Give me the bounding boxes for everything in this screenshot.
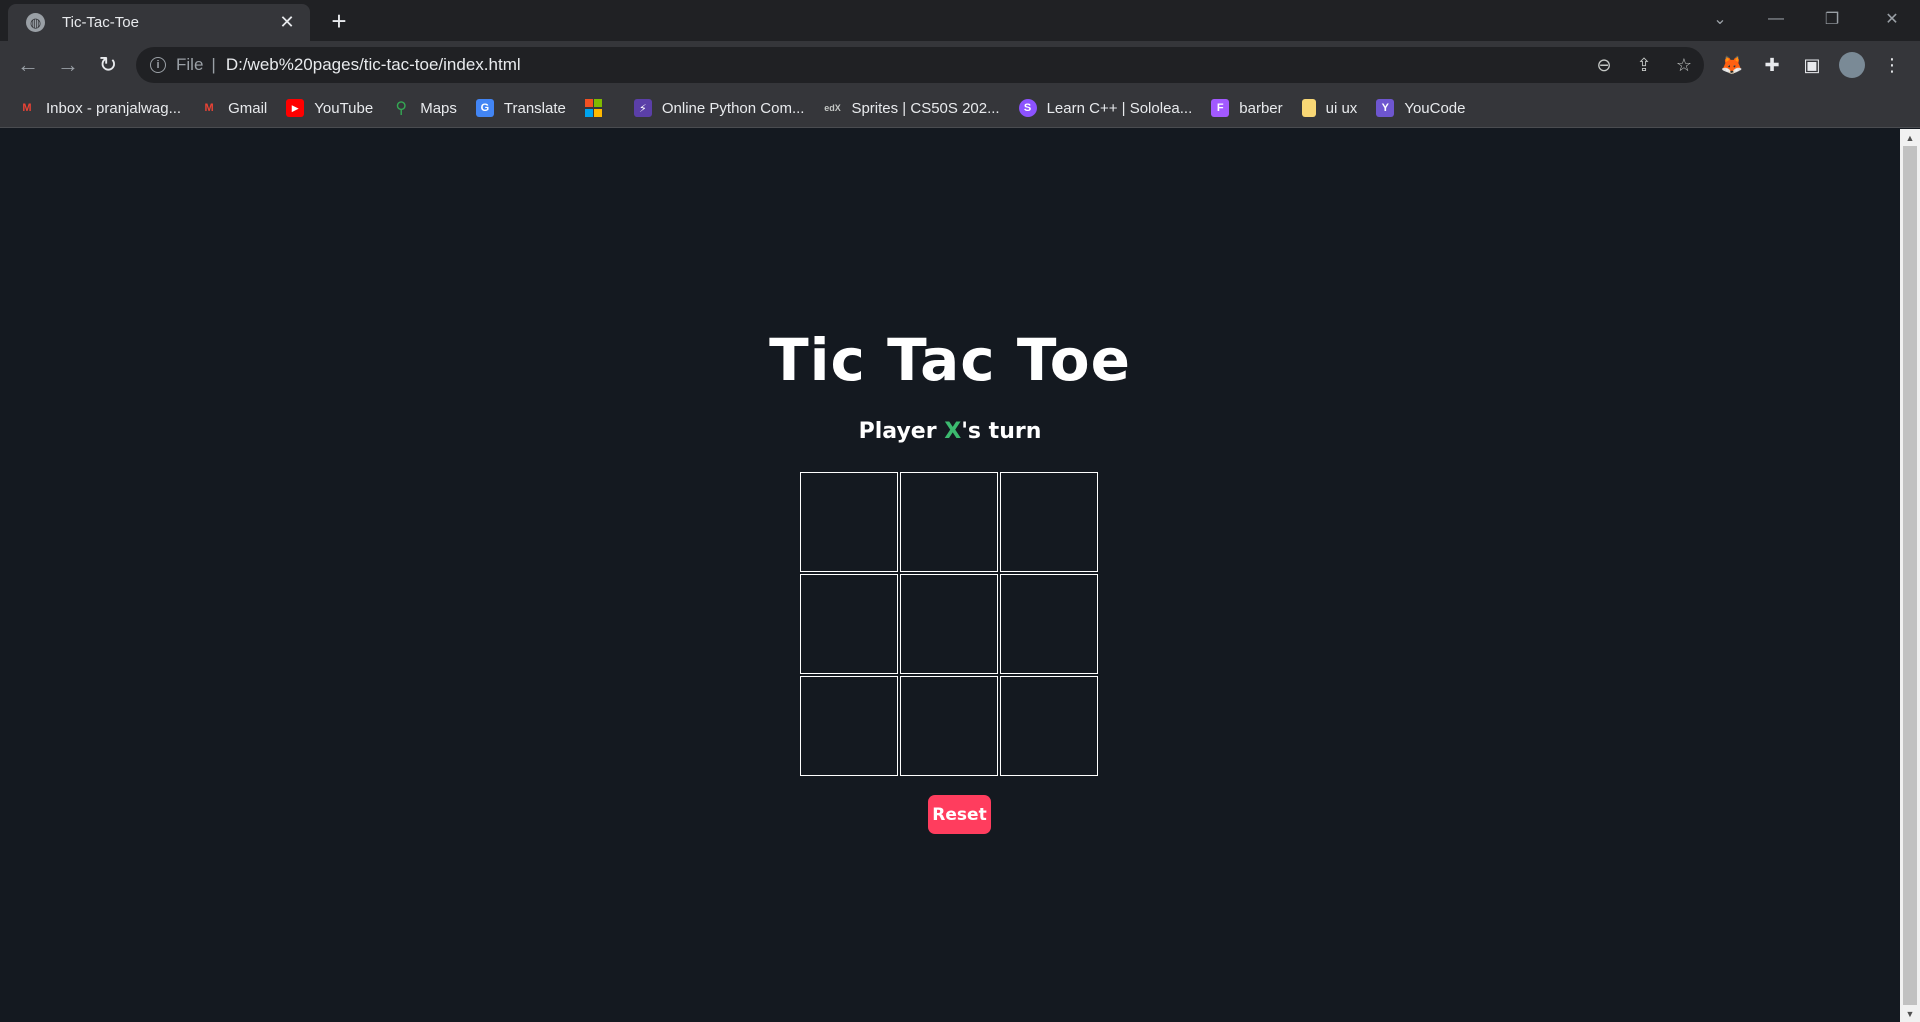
reload-icon[interactable]: ↻	[92, 49, 124, 81]
sololearn-icon: S	[1018, 99, 1037, 117]
reset-button[interactable]: Reset	[928, 795, 991, 834]
youcode-icon: Y	[1376, 99, 1395, 117]
vertical-scrollbar[interactable]: ▲ ▼	[1900, 129, 1920, 1022]
bookmark-label: Learn C++ | Sololea...	[1046, 99, 1193, 117]
share-icon[interactable]: ⇪	[1624, 47, 1664, 83]
bookmark-youcode[interactable]: Y YouCode	[1376, 99, 1465, 117]
folder-icon	[1301, 99, 1316, 117]
bookmark-maps[interactable]: ⚲ Maps	[392, 99, 457, 118]
board-cell[interactable]	[800, 472, 898, 572]
gmail-icon: M	[22, 102, 32, 114]
status-suffix: 's turn	[961, 419, 1042, 444]
turn-status: Player X's turn	[0, 419, 1900, 444]
forward-icon[interactable]: →	[52, 49, 84, 81]
bookmark-ui-ux[interactable]: ui ux	[1301, 99, 1358, 117]
url-scheme-label: File	[176, 55, 204, 74]
bookmark-sololearn[interactable]: S Learn C++ | Sololea...	[1018, 99, 1193, 117]
metamask-extension-icon[interactable]: 🦊	[1716, 49, 1748, 81]
bookmark-inbox[interactable]: M Inbox - pranjalwag...	[18, 99, 181, 117]
microsoft-icon	[584, 99, 603, 117]
status-prefix: Player	[858, 419, 945, 444]
url-text[interactable]: D:/web%20pages/tic-tac-toe/index.html	[226, 55, 1584, 75]
side-panel-icon[interactable]: ▣	[1796, 49, 1828, 81]
bookmark-online-python[interactable]: ⚡ Online Python Com...	[633, 99, 805, 117]
bookmark-label: Maps	[420, 99, 457, 117]
close-window-icon[interactable]: ✕	[1864, 0, 1920, 38]
bookmark-label: barber	[1239, 99, 1283, 117]
browser-toolbar: ← → ↻ i File | D:/web%20pages/tic-tac-to…	[0, 41, 1920, 89]
bookmark-translate[interactable]: G Translate	[475, 99, 566, 117]
tab-title: Tic-Tac-Toe	[62, 14, 139, 31]
bookmark-label: Gmail	[228, 99, 268, 117]
bookmark-sprites[interactable]: edX Sprites | CS50S 202...	[823, 99, 999, 117]
board-cell[interactable]	[900, 472, 998, 572]
bookmark-barber[interactable]: F barber	[1211, 99, 1283, 117]
site-info-icon[interactable]: i	[150, 57, 166, 73]
current-player: X	[944, 419, 962, 444]
bookmark-star-icon[interactable]: ☆	[1664, 47, 1704, 83]
bookmark-label: Translate	[503, 99, 566, 117]
bookmark-label: ui ux	[1325, 99, 1358, 117]
bookmark-label: YouTube	[314, 99, 374, 117]
bookmark-label: Inbox - pranjalwag...	[46, 99, 182, 117]
board-cell[interactable]	[800, 574, 898, 674]
board-cell[interactable]	[1000, 676, 1098, 776]
board-cell[interactable]	[1000, 472, 1098, 572]
new-tab-icon[interactable]: +	[325, 7, 353, 35]
tab-strip: ◍ Tic-Tac-Toe ✕ + ⌄ — ❐ ✕	[0, 0, 1920, 41]
youtube-icon: ▶	[286, 99, 305, 117]
bookmark-microsoft[interactable]	[584, 99, 615, 117]
translate-icon: G	[475, 99, 494, 117]
figma-icon: F	[1211, 99, 1230, 117]
bookmark-label: Sprites | CS50S 202...	[851, 99, 1000, 117]
restore-icon[interactable]: ❐	[1804, 0, 1860, 38]
back-icon[interactable]: ←	[12, 49, 44, 81]
board-cell[interactable]	[800, 676, 898, 776]
globe-icon: ◍	[26, 13, 45, 32]
bolt-icon: ⚡	[633, 99, 652, 117]
bookmark-label: YouCode	[1404, 99, 1466, 117]
maps-icon: ⚲	[395, 100, 408, 117]
minimize-icon[interactable]: —	[1748, 0, 1804, 38]
bookmarks-bar: M Inbox - pranjalwag... M Gmail ▶ YouTub…	[0, 89, 1920, 128]
scroll-up-icon[interactable]: ▲	[1900, 129, 1920, 146]
gmail-icon: M	[204, 102, 214, 114]
profile-avatar[interactable]	[1836, 49, 1868, 81]
page-title: Tic Tac Toe	[769, 326, 1131, 394]
bookmark-youtube[interactable]: ▶ YouTube	[286, 99, 373, 117]
bookmark-label: Online Python Com...	[661, 99, 805, 117]
board-cell[interactable]	[900, 676, 998, 776]
tab-close-icon[interactable]: ✕	[276, 12, 298, 34]
bookmark-gmail[interactable]: M Gmail	[200, 99, 267, 117]
game-board	[800, 472, 1100, 776]
board-cell[interactable]	[1000, 574, 1098, 674]
scrollbar-thumb[interactable]	[1903, 146, 1917, 1005]
extensions-icon[interactable]: ✚	[1756, 49, 1788, 81]
url-separator: |	[211, 55, 216, 74]
address-bar[interactable]: i File | D:/web%20pages/tic-tac-toe/inde…	[136, 47, 1704, 83]
edx-icon: edX	[824, 103, 841, 113]
tab-search-icon[interactable]: ⌄	[1692, 0, 1748, 38]
browser-tab[interactable]: ◍ Tic-Tac-Toe ✕	[8, 4, 310, 41]
board-cell[interactable]	[900, 574, 998, 674]
zoom-icon[interactable]: ⊖	[1584, 47, 1624, 83]
scroll-down-icon[interactable]: ▼	[1900, 1005, 1920, 1022]
menu-icon[interactable]: ⋮	[1876, 49, 1908, 81]
page-viewport: Tic Tac Toe Player X's turn Reset	[0, 129, 1900, 1022]
